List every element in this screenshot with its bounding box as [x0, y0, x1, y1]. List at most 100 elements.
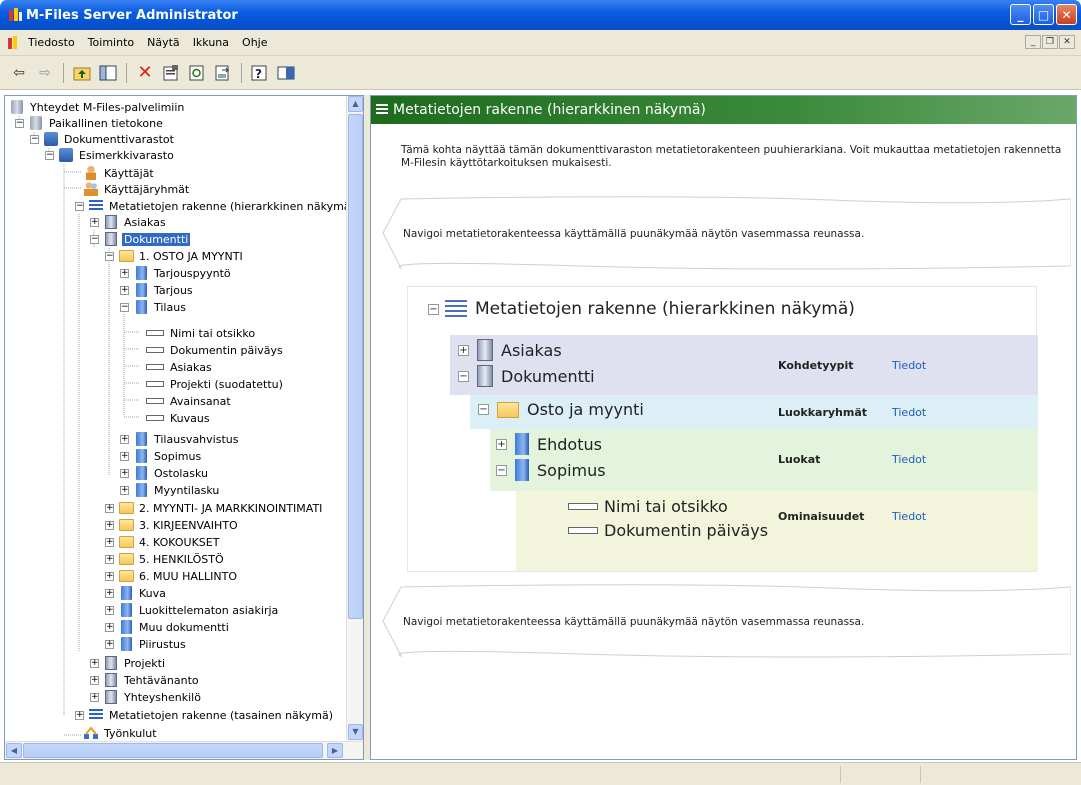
tree-item-sopimus[interactable]: + Sopimus	[120, 447, 203, 465]
delete-icon[interactable]: ✕	[134, 62, 156, 84]
mdi-close-button[interactable]: ✕	[1059, 35, 1075, 49]
up-folder-icon[interactable]	[71, 62, 93, 84]
maximize-button[interactable]: □	[1033, 4, 1054, 25]
expand-toggle[interactable]: +	[120, 434, 129, 444]
expand-toggle[interactable]: +	[75, 710, 84, 720]
tree-horizontal-scrollbar[interactable]: ◀ ▶	[5, 741, 363, 759]
tree-item-group-5[interactable]: + 5. HENKILÖSTÖ	[105, 550, 226, 568]
expand-toggle[interactable]: +	[105, 588, 114, 598]
tree-item-yhteyshenkilo[interactable]: + Yhteyshenkilö	[90, 688, 203, 706]
tree-item-property-nimi[interactable]: Nimi tai otsikko	[145, 324, 257, 342]
collapse-toggle[interactable]: −	[90, 234, 99, 244]
properties-icon[interactable]	[160, 62, 182, 84]
info-link-class-groups[interactable]: Tiedot	[892, 406, 926, 419]
object-type-icon	[103, 689, 119, 705]
tree-item-property-avainsanat[interactable]: Avainsanat	[145, 392, 233, 410]
panel-icon[interactable]	[275, 62, 297, 84]
expand-toggle[interactable]: +	[90, 675, 99, 685]
collapse-toggle[interactable]: −	[120, 302, 129, 312]
expand-toggle[interactable]: +	[120, 485, 129, 495]
tree-item-tarjouspyynto[interactable]: + Tarjouspyyntö	[120, 264, 233, 282]
expand-toggle[interactable]: +	[105, 571, 114, 581]
expand-toggle[interactable]: +	[105, 639, 114, 649]
tree-item-projekti[interactable]: + Projekti	[90, 654, 167, 672]
tree-item-group-4[interactable]: + 4. KOKOUKSET	[105, 533, 221, 551]
expand-toggle[interactable]: +	[120, 451, 129, 461]
tree-item-kuva[interactable]: + Kuva	[105, 584, 168, 602]
export-icon[interactable]	[212, 62, 234, 84]
tree-item-property-paivays[interactable]: Dokumentin päiväys	[145, 341, 285, 359]
forward-icon[interactable]: ⇨	[34, 62, 56, 84]
tree-item-property-kuvaus[interactable]: Kuvaus	[145, 409, 212, 427]
tree-item-asiakas[interactable]: + Asiakas	[90, 213, 168, 231]
tree-item-dokumentti[interactable]: − Dokumentti	[90, 230, 191, 248]
class-icon	[133, 482, 149, 498]
scroll-left-button[interactable]: ◀	[6, 743, 22, 758]
tree-item-property-projekti[interactable]: Projekti (suodatettu)	[145, 375, 285, 393]
expand-toggle[interactable]: +	[105, 503, 114, 513]
refresh-icon[interactable]	[186, 62, 208, 84]
tree-item-muu-dokumentti[interactable]: + Muu dokumentti	[105, 618, 231, 636]
expand-toggle[interactable]: +	[105, 520, 114, 530]
show-hide-tree-icon[interactable]	[97, 62, 119, 84]
tree-vertical-scrollbar[interactable]: ▲ ▼	[346, 96, 363, 741]
tree-item-tehtavananto[interactable]: + Tehtävänanto	[90, 671, 201, 689]
minimize-button[interactable]: _	[1010, 4, 1031, 25]
scroll-up-button[interactable]: ▲	[348, 96, 363, 112]
close-button[interactable]: ✕	[1056, 4, 1077, 25]
collapse-toggle[interactable]: −	[105, 251, 114, 261]
menu-ikkuna[interactable]: Ikkuna	[193, 36, 229, 49]
tree-item-group-2[interactable]: + 2. MYYNTI- JA MARKKINOINTIMATI	[105, 499, 324, 517]
tree-item-group-3[interactable]: + 3. KIRJEENVAIHTO	[105, 516, 240, 534]
expand-toggle[interactable]: +	[120, 285, 129, 295]
expand-toggle[interactable]: +	[105, 554, 114, 564]
metadata-diagram: − Metatietojen rakenne (hierarkkinen näk…	[407, 286, 1038, 572]
tree-label: 6. MUU HALLINTO	[139, 569, 237, 583]
tree-pane[interactable]: Yhteydet M-Files-palvelimiin − Paikallin…	[4, 95, 364, 760]
help-icon[interactable]: ?	[249, 62, 271, 84]
tree-item-ostolasku[interactable]: + Ostolasku	[120, 464, 210, 482]
expand-toggle[interactable]: +	[90, 217, 99, 227]
scroll-right-button[interactable]: ▶	[327, 743, 343, 758]
tree-item-osto-ja-myynti[interactable]: − 1. OSTO JA MYYNTI	[105, 247, 245, 265]
expand-toggle[interactable]: +	[105, 537, 114, 547]
expand-toggle[interactable]: +	[90, 692, 99, 702]
expand-toggle[interactable]: +	[105, 622, 114, 632]
tree-item-tilausvahvistus[interactable]: + Tilausvahvistus	[120, 430, 240, 448]
tree-item-luokittelematon[interactable]: + Luokittelematon asiakirja	[105, 601, 280, 619]
expand-toggle[interactable]: +	[120, 268, 129, 278]
expand-toggle[interactable]: +	[90, 658, 99, 668]
menu-ohje[interactable]: Ohje	[242, 36, 267, 49]
info-link-object-types[interactable]: Tiedot	[892, 359, 926, 372]
collapse-toggle[interactable]: −	[75, 201, 84, 211]
scroll-thumb[interactable]	[348, 114, 363, 619]
back-icon[interactable]: ⇦	[8, 62, 30, 84]
expand-toggle[interactable]: +	[120, 468, 129, 478]
tree-item-user-groups[interactable]: Käyttäjäryhmät	[83, 180, 191, 198]
tree-item-tarjous[interactable]: + Tarjous	[120, 281, 195, 299]
menu-toiminto[interactable]: Toiminto	[88, 36, 134, 49]
expand-toggle[interactable]: +	[105, 605, 114, 615]
tree-item-metadata-flat[interactable]: + Metatietojen rakenne (tasainen näkymä)	[75, 706, 335, 724]
tree-item-sample-vault[interactable]: − Esimerkkivarasto	[45, 146, 176, 164]
tree-item-workflows[interactable]: Työnkulut	[83, 724, 159, 741]
tree-label: Tarjouspyyntö	[154, 266, 231, 280]
tree-item-piirustus[interactable]: + Piirustus	[105, 635, 188, 653]
tree-item-tilaus[interactable]: − Tilaus	[120, 298, 188, 316]
collapse-toggle[interactable]: −	[30, 134, 39, 144]
info-link-properties[interactable]: Tiedot	[892, 510, 926, 523]
collapse-toggle[interactable]: −	[15, 118, 24, 128]
scroll-down-button[interactable]: ▼	[348, 724, 363, 740]
mdi-restore-button[interactable]: ❐	[1042, 35, 1058, 49]
collapse-toggle[interactable]: −	[45, 150, 54, 160]
mdi-minimize-button[interactable]: _	[1025, 35, 1041, 49]
tree-item-myyntilasku[interactable]: + Myyntilasku	[120, 481, 221, 499]
tree-view[interactable]: Yhteydet M-Files-palvelimiin − Paikallin…	[5, 96, 347, 741]
info-link-classes[interactable]: Tiedot	[892, 453, 926, 466]
menu-tiedosto[interactable]: Tiedosto	[28, 36, 75, 49]
scroll-thumb[interactable]	[23, 743, 323, 758]
tree-label: Yhteydet M-Files-palvelimiin	[30, 100, 185, 114]
tree-item-property-asiakas[interactable]: Asiakas	[145, 358, 214, 376]
tree-item-group-6[interactable]: + 6. MUU HALLINTO	[105, 567, 239, 585]
menu-nayta[interactable]: Näytä	[147, 36, 180, 49]
